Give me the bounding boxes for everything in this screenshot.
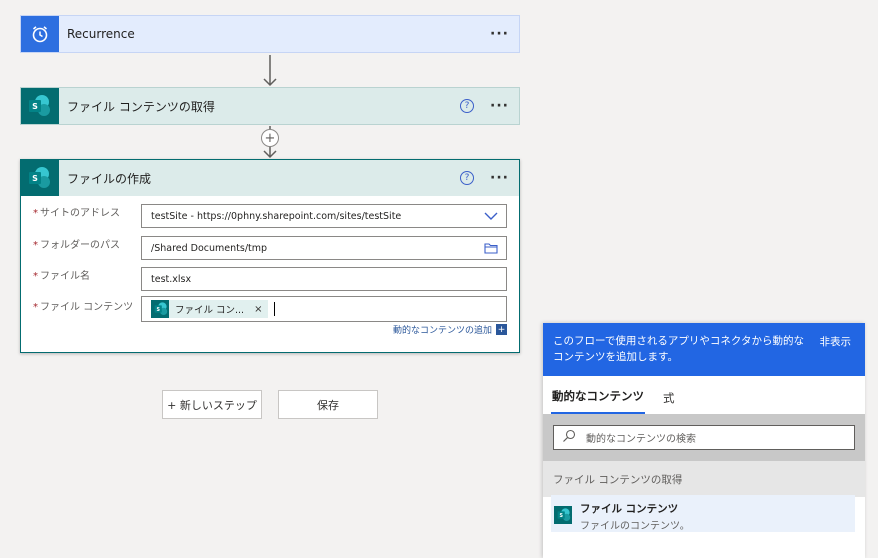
folder-path-value: /Shared Documents/tmp: [151, 242, 268, 254]
plus-icon: +: [496, 324, 507, 335]
tab-dynamic-content[interactable]: 動的なコンテンツ: [551, 388, 645, 414]
search-placeholder: 動的なコンテンツの検索: [586, 434, 696, 445]
panel-header: このフローで使用されるアプリやコネクタから動的なコンテンツを追加します。 非表示: [543, 323, 865, 376]
search-input[interactable]: 動的なコンテンツの検索: [553, 425, 855, 450]
get-file-content-card[interactable]: S ファイル コンテンツの取得 ? ···: [20, 87, 520, 125]
dynamic-content-panel: このフローで使用されるアプリやコネクタから動的なコンテンツを追加します。 非表示…: [543, 323, 865, 558]
required-mark: *: [33, 208, 38, 219]
more-options-button[interactable]: ···: [490, 170, 509, 186]
dynamic-content-item[interactable]: S ファイル コンテンツ ファイルのコンテンツ。: [551, 495, 855, 532]
item-title: ファイル コンテンツ: [580, 503, 679, 515]
sharepoint-icon: S: [151, 300, 169, 318]
card-title: Recurrence: [67, 27, 135, 41]
insert-step-button[interactable]: +: [261, 129, 279, 147]
chevron-down-icon[interactable]: [484, 210, 498, 225]
search-icon: [562, 429, 576, 446]
group-header[interactable]: ファイル コンテンツの取得: [543, 461, 865, 497]
folder-path-label: フォルダーのパス: [40, 240, 120, 251]
file-name-input[interactable]: test.xlsx: [141, 267, 507, 291]
site-address-value: testSite - https://0phny.sharepoint.com/…: [151, 210, 402, 222]
sharepoint-icon: S: [554, 506, 572, 524]
sharepoint-icon: S: [21, 160, 59, 196]
panel-tabs: 動的なコンテンツ 式: [543, 376, 865, 414]
panel-description: このフローで使用されるアプリやコネクタから動的なコンテンツを追加します。: [553, 335, 804, 363]
item-subtitle: ファイルのコンテンツ。: [580, 521, 690, 532]
file-name-value: test.xlsx: [151, 273, 192, 285]
recurrence-card[interactable]: Recurrence ···: [20, 15, 520, 53]
new-step-button[interactable]: + 新しいステップ: [162, 390, 262, 419]
required-mark: *: [33, 271, 38, 282]
add-dynamic-content-link[interactable]: 動的なコンテンツの追加 +: [393, 323, 507, 336]
create-file-card[interactable]: S ファイルの作成 ? ··· * サイトのアドレス testSite - htt…: [20, 159, 520, 353]
more-options-button[interactable]: ···: [490, 98, 509, 114]
help-icon[interactable]: ?: [460, 171, 475, 185]
required-mark: *: [33, 240, 38, 251]
folder-path-input[interactable]: /Shared Documents/tmp: [141, 236, 507, 260]
save-button[interactable]: 保存: [278, 390, 378, 419]
site-address-label: サイトのアドレス: [40, 208, 120, 219]
token-label: ファイル コン...: [175, 305, 245, 316]
help-icon[interactable]: ?: [460, 99, 475, 113]
more-options-button[interactable]: ···: [490, 26, 509, 42]
alarm-clock-icon: [21, 16, 59, 52]
card-title: ファイル コンテンツの取得: [67, 99, 215, 114]
site-address-dropdown[interactable]: testSite - https://0phny.sharepoint.com/…: [141, 204, 507, 228]
add-dynamic-content-label: 動的なコンテンツの追加: [392, 326, 492, 336]
file-content-label: ファイル コンテンツ: [40, 302, 134, 313]
file-content-input[interactable]: S ファイル コン... ×: [141, 296, 507, 322]
required-mark: *: [33, 302, 38, 313]
connector-arrow: [263, 55, 277, 87]
remove-token-button[interactable]: ×: [254, 304, 262, 315]
search-area: 動的なコンテンツの検索: [543, 414, 865, 461]
dynamic-content-token[interactable]: S ファイル コン... ×: [151, 300, 269, 318]
file-name-label: ファイル名: [40, 271, 90, 282]
tab-expression[interactable]: 式: [663, 390, 675, 414]
card-title: ファイルの作成: [67, 171, 152, 186]
sharepoint-icon: S: [21, 88, 59, 124]
hide-panel-button[interactable]: 非表示: [820, 334, 852, 349]
folder-icon[interactable]: [484, 242, 498, 257]
text-caret: [274, 302, 276, 316]
